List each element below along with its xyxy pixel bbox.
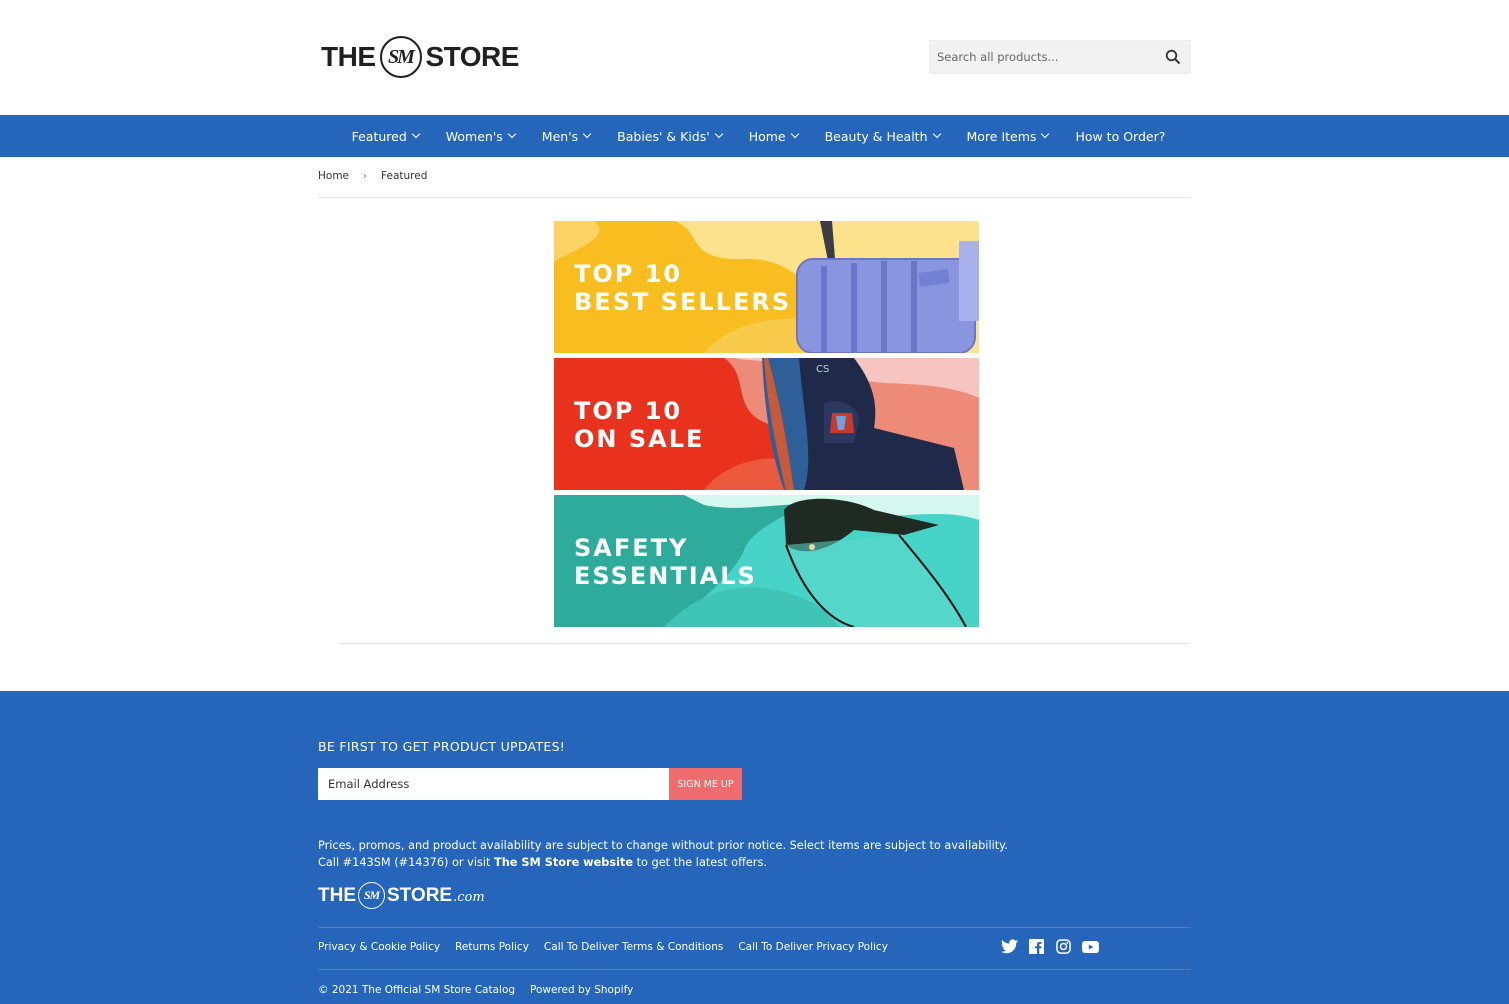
banner-best-sellers[interactable]: TOP 10 BEST SELLERS [554, 221, 979, 353]
footer-logo-left: THE [318, 884, 356, 906]
banner-safety-line2: ESSENTIALS [574, 562, 757, 590]
copyright-link[interactable]: © 2021 The Official SM Store Catalog [318, 984, 515, 996]
logo-text-right: STORE [425, 41, 520, 72]
nav-item-label: How to Order? [1075, 128, 1166, 144]
nav-item-how-to-order[interactable]: How to Order? [1062, 129, 1179, 144]
footer-divider [318, 927, 1191, 928]
notice-line-2: Call #143SM (#14376) or visit The SM Sto… [318, 854, 1008, 871]
footer-logo[interactable]: THE SM STORE .com [318, 882, 485, 909]
search-input[interactable] [930, 41, 1156, 73]
chevron-down-icon [714, 129, 723, 139]
chevron-down-icon [1041, 129, 1050, 139]
banner-best-sellers-line2: BEST SELLERS [574, 288, 792, 316]
main-nav: Featured Women's Men's Babies' & Kids' Home B… [0, 115, 1509, 157]
banner-on-sale[interactable]: CS TOP 10 ON SALE [554, 358, 979, 490]
nav-item-label: More Items [966, 128, 1037, 144]
banner-safety-line1: SAFETY [574, 534, 689, 562]
banner-on-sale-line2: ON SALE [574, 425, 705, 453]
banner-best-sellers-line1: TOP 10 [574, 260, 683, 288]
site-footer: BE FIRST TO GET PRODUCT UPDATES! SIGN ME… [0, 691, 1509, 1004]
breadcrumb: Home › Featured [318, 170, 427, 182]
footer-copyright: © 2021 The Official SM Store Catalog Pow… [318, 984, 633, 996]
nav-item-featured[interactable]: Featured [338, 129, 432, 144]
email-field[interactable] [318, 768, 669, 800]
banner-on-sale-line1: TOP 10 [574, 397, 683, 425]
nav-item-label: Home [748, 128, 786, 144]
returns-policy-link[interactable]: Returns Policy [455, 941, 529, 953]
footer-logo-suffix: .com [453, 890, 485, 905]
newsletter-heading: BE FIRST TO GET PRODUCT UPDATES! [318, 739, 566, 754]
footer-logo-right: STORE [387, 884, 453, 906]
facebook-icon[interactable] [1028, 938, 1045, 955]
nav-item-label: Men's [541, 128, 579, 144]
privacy-cookie-policy-link[interactable]: Privacy & Cookie Policy [318, 941, 440, 953]
logo-text-left: THE [321, 41, 376, 72]
chevron-down-icon [507, 129, 517, 139]
nav-item-label: Featured [351, 128, 407, 144]
nav-item-label: Beauty & Health [824, 128, 928, 144]
store-logo[interactable]: THE SM STORE [321, 34, 519, 80]
divider [341, 643, 1191, 644]
sm-logo-icon: SM [379, 36, 422, 78]
nav-item-label: Women's [445, 128, 503, 144]
social-links [1001, 938, 1099, 955]
youtube-icon[interactable] [1082, 938, 1099, 955]
notice-line-2-pre: Call #143SM (#14376) or visit [318, 856, 495, 869]
chevron-down-icon [582, 129, 592, 139]
call-to-deliver-terms-link[interactable]: Call To Deliver Terms & Conditions [544, 941, 723, 953]
nav-item-label: Babies' & Kids' [617, 128, 710, 144]
divider [318, 197, 1191, 198]
banner-safety-essentials[interactable]: SAFETY ESSENTIALS [554, 495, 979, 627]
search-button[interactable] [1156, 40, 1190, 74]
notice-line-1: Prices, promos, and product availability… [318, 839, 1008, 852]
nav-item-women-s[interactable]: Women's [432, 129, 528, 144]
footer-notice: Prices, promos, and product availability… [318, 837, 1008, 871]
footer-links: Privacy & Cookie Policy Returns Policy C… [318, 941, 888, 953]
nav-item-more-items[interactable]: More Items [953, 129, 1062, 144]
sm-logo-icon: SM [358, 882, 385, 909]
nav-item-babies-kids[interactable]: Babies' & Kids' [604, 129, 736, 144]
call-to-deliver-privacy-link[interactable]: Call To Deliver Privacy Policy [738, 941, 888, 953]
nav-item-men-s[interactable]: Men's [528, 129, 603, 144]
twitter-icon[interactable] [1001, 938, 1018, 955]
breadcrumb-separator: › [363, 170, 368, 182]
car-seat-brand-mark: CS [816, 364, 829, 375]
site-header: THE SM STORE [0, 0, 1509, 115]
breadcrumb-home[interactable]: Home [318, 170, 349, 182]
instagram-icon[interactable] [1055, 938, 1072, 955]
sign-up-button[interactable]: SIGN ME UP [669, 768, 742, 800]
chevron-down-icon [411, 129, 421, 139]
powered-by-shopify-link[interactable]: Powered by Shopify [530, 984, 633, 996]
footer-divider [318, 969, 1191, 970]
chevron-down-icon [932, 129, 941, 139]
chevron-down-icon [790, 129, 799, 139]
nav-item-home[interactable]: Home [735, 129, 811, 144]
breadcrumb-current: Featured [381, 170, 428, 182]
nav-item-beauty-health[interactable]: Beauty & Health [811, 129, 953, 144]
search-bar [929, 40, 1191, 74]
search-icon [1165, 49, 1181, 65]
notice-line-2-post: to get the latest offers. [633, 856, 767, 869]
sm-store-website-link[interactable]: The SM Store website [494, 856, 633, 869]
